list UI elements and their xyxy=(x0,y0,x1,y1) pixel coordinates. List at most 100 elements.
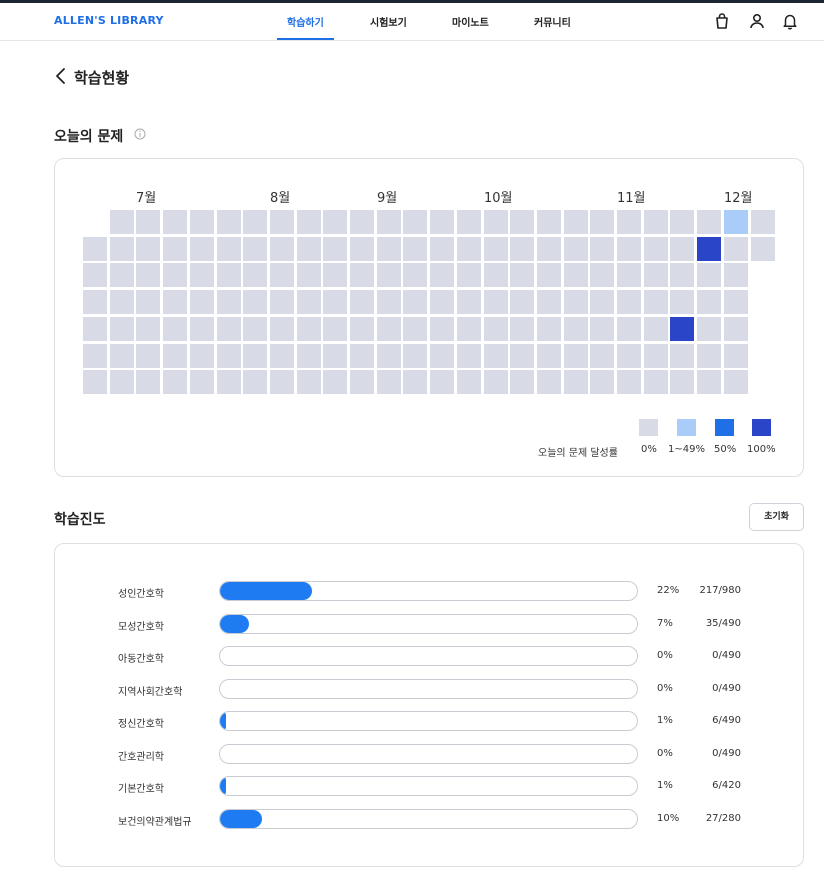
heatmap-cell xyxy=(750,236,775,261)
heatmap-cell xyxy=(323,263,348,288)
subject-name: 지역사회간호학 xyxy=(118,686,183,698)
heatmap-cell xyxy=(83,316,107,341)
heatmap-cell xyxy=(510,343,535,368)
heatmap-cell xyxy=(643,263,668,288)
heatmap-cell xyxy=(456,236,481,261)
logo[interactable]: ALLEN'S LIBRARY xyxy=(54,14,164,27)
heatmap-cell xyxy=(136,236,161,261)
heatmap-cell xyxy=(216,370,241,395)
heatmap-cell xyxy=(269,316,294,341)
heatmap-cell xyxy=(216,290,241,315)
heatmap-cell xyxy=(643,370,668,395)
heatmap-cell xyxy=(216,343,241,368)
progress-bar xyxy=(219,776,638,796)
heatmap-cell xyxy=(269,236,294,261)
heatmap-cell xyxy=(643,343,668,368)
heatmap-cell xyxy=(163,290,188,315)
legend-label: 오늘의 문제 달성률 xyxy=(538,448,618,459)
heatmap-cell xyxy=(723,343,748,368)
heatmap-cell xyxy=(350,343,374,368)
heatmap-cell xyxy=(269,290,294,315)
heatmap-cell xyxy=(136,316,161,341)
legend-item-label: 100% xyxy=(747,444,776,455)
heatmap-cell xyxy=(350,290,374,315)
month-label: 9월 xyxy=(377,191,398,206)
heatmap-cell xyxy=(536,316,561,341)
heatmap-cell xyxy=(350,210,374,234)
heatmap-cell xyxy=(163,236,188,261)
heatmap-cell xyxy=(697,210,722,234)
info-icon[interactable] xyxy=(134,128,146,140)
heatmap-cell xyxy=(456,370,481,395)
heatmap-cell xyxy=(189,316,214,341)
legend-item-label: 0% xyxy=(641,444,657,455)
heatmap-cell xyxy=(723,263,748,288)
heatmap-cell xyxy=(83,343,107,368)
heatmap-cell xyxy=(323,316,348,341)
heatmap-cell xyxy=(323,370,348,395)
heatmap-cell xyxy=(216,316,241,341)
back-arrow-icon[interactable] xyxy=(54,66,68,86)
progress-count: 27/280 xyxy=(705,812,741,824)
heatmap-cell xyxy=(510,263,535,288)
heatmap-cell xyxy=(536,263,561,288)
heatmap-cell xyxy=(483,236,508,261)
heatmap-cell xyxy=(510,370,535,395)
heatmap-cell xyxy=(430,370,455,395)
nav-tab-mynote[interactable]: 마이노트 xyxy=(452,14,489,29)
heatmap-cell xyxy=(243,290,268,315)
bell-icon[interactable] xyxy=(781,12,799,30)
heatmap-cell xyxy=(189,370,214,395)
user-icon[interactable] xyxy=(748,12,766,30)
heatmap-cell xyxy=(563,236,588,261)
heatmap-cell xyxy=(376,210,401,234)
heatmap-cell xyxy=(697,316,722,341)
heatmap-cell xyxy=(109,370,134,395)
heatmap-cell xyxy=(643,290,668,315)
heatmap-cell xyxy=(563,343,588,368)
heatmap-cell xyxy=(536,370,561,395)
heatmap-cell xyxy=(163,263,188,288)
heatmap-cell xyxy=(189,263,214,288)
heatmap-cell xyxy=(216,236,241,261)
heatmap-cell xyxy=(590,343,615,368)
heatmap-cell xyxy=(536,236,561,261)
heatmap-cell xyxy=(750,210,775,234)
heatmap-cell xyxy=(136,370,161,395)
nav-tab-exam[interactable]: 시험보기 xyxy=(370,14,407,29)
heatmap-cell xyxy=(83,236,107,261)
heatmap-cell xyxy=(269,370,294,395)
heatmap-cell xyxy=(563,316,588,341)
heatmap-cell xyxy=(670,263,695,288)
heatmap-cell xyxy=(430,236,455,261)
legend-item-label: 50% xyxy=(714,444,737,455)
heatmap-cell xyxy=(697,263,722,288)
heatmap-cell xyxy=(323,290,348,315)
subject-name: 성인간호학 xyxy=(118,589,164,600)
heatmap-cell xyxy=(83,290,107,315)
nav-tab-community[interactable]: 커뮤니티 xyxy=(534,14,571,29)
heatmap-cell xyxy=(136,343,161,368)
nav-tab-learn[interactable]: 학습하기 xyxy=(287,14,324,29)
heatmap-cell xyxy=(723,236,748,261)
heatmap-cell xyxy=(403,263,428,288)
shopping-bag-icon[interactable] xyxy=(713,12,731,30)
heatmap-cell xyxy=(510,290,535,315)
heatmap-cell xyxy=(296,210,321,234)
heatmap-cell xyxy=(456,210,481,234)
heatmap-cell xyxy=(269,343,294,368)
heatmap-cell xyxy=(430,316,455,341)
heatmap-cell xyxy=(590,263,615,288)
heatmap-cell xyxy=(697,290,722,315)
month-label: 11월 xyxy=(617,191,646,206)
heatmap-cell xyxy=(109,210,134,234)
legend-swatch-half xyxy=(715,419,734,436)
heatmap-cell xyxy=(243,210,268,234)
heatmap-cell xyxy=(670,316,695,341)
subject-name: 보건의약관계법규 xyxy=(118,816,192,828)
heatmap-cell xyxy=(723,210,748,234)
heatmap-cell xyxy=(617,290,641,315)
heatmap-cell xyxy=(403,236,428,261)
reset-button[interactable]: 초기화 xyxy=(749,503,804,531)
heatmap-cell xyxy=(109,290,134,315)
